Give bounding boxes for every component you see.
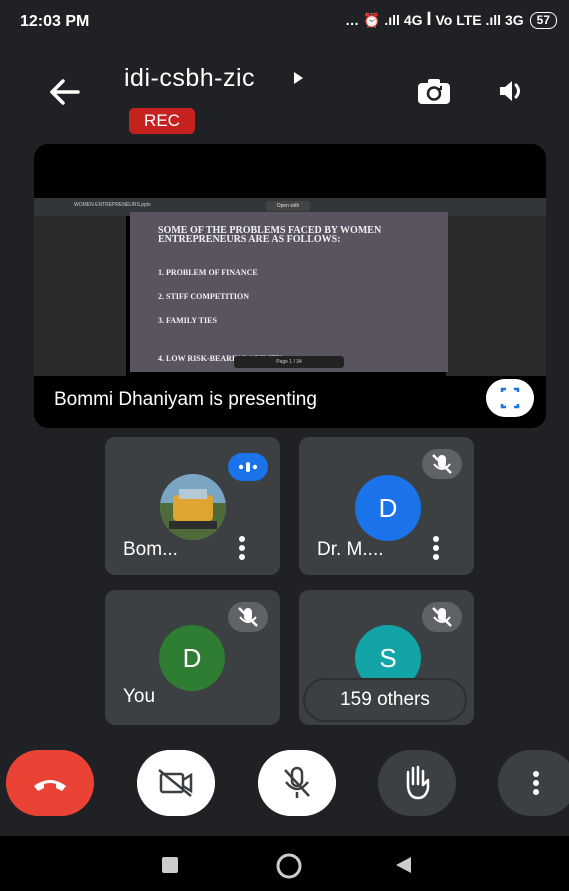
battery-icon: 57 (529, 12, 557, 29)
mic-off-icon (422, 449, 462, 479)
mic-off-button[interactable] (258, 750, 336, 816)
slide-item: 2. STIFF COMPETITION (158, 292, 250, 301)
more-options-icon[interactable] (432, 535, 440, 561)
status-indicators: … ⏰ .ıll 4G ꟾ Vo LTE .ıll 3G (345, 12, 524, 28)
presentation-view[interactable]: WOMEN ENTREPRENEURS.pptx Open with SOME … (34, 144, 546, 428)
end-call-button[interactable] (6, 750, 94, 816)
file-name: WOMEN ENTREPRENEURS.pptx (74, 202, 151, 208)
more-options-button[interactable] (498, 750, 569, 816)
recents-icon[interactable] (162, 857, 178, 873)
page-separator: / (293, 359, 295, 365)
participant-tile[interactable]: D Dr. M.... (299, 437, 474, 575)
status-icons: … ⏰ .ıll 4G ꟾ Vo LTE .ıll 3G 57 (345, 12, 557, 29)
participant-name: You (123, 686, 156, 707)
mic-off-icon (422, 602, 462, 632)
open-with-button[interactable]: Open with (266, 201, 310, 211)
participant-name: Dr. M.... (317, 539, 384, 560)
viewer-left-panel (34, 216, 126, 376)
raise-hand-button[interactable] (378, 750, 456, 816)
recording-badge: REC (129, 108, 195, 134)
participant-name: Bom... (123, 539, 178, 560)
more-options-icon[interactable] (238, 535, 246, 561)
back-nav-icon[interactable] (394, 856, 412, 874)
slide-item: 1. PROBLEM OF FINANCE (158, 268, 258, 277)
status-time: 12:03 PM (20, 13, 90, 30)
android-navigation-bar (0, 836, 569, 891)
avatar: D (355, 475, 421, 541)
speaker-icon[interactable] (494, 74, 528, 108)
speaking-indicator-icon (228, 453, 268, 481)
avatar (160, 474, 226, 540)
slide-title: SOME OF THE PROBLEMS FACED BY WOMEN ENTR… (158, 225, 382, 245)
switch-camera-icon[interactable] (414, 76, 454, 108)
avatar: D (159, 625, 225, 691)
others-count[interactable]: 159 others (305, 680, 465, 720)
meeting-code[interactable]: idi-csbh-zic (124, 64, 255, 93)
chevron-right-icon[interactable] (291, 70, 305, 86)
page-total: 34 (296, 359, 302, 365)
participant-tile[interactable]: Bom... (105, 437, 280, 575)
status-bar: 12:03 PM … ⏰ .ıll 4G ꟾ Vo LTE .ıll 3G 57 (0, 0, 569, 44)
camera-off-button[interactable] (137, 750, 215, 816)
slide-item: 3. FAMILY TIES (158, 316, 217, 325)
home-icon[interactable] (275, 852, 303, 880)
page-label: Page (276, 359, 288, 365)
fullscreen-icon[interactable] (486, 379, 534, 417)
participant-tile[interactable]: D You (105, 590, 280, 725)
mic-off-icon (228, 602, 268, 632)
page-current: 1 (289, 359, 293, 365)
page-indicator: Page 1 / 34 (234, 356, 344, 368)
slide: SOME OF THE PROBLEMS FACED BY WOMEN ENTR… (130, 212, 448, 372)
presenter-label: Bommi Dhaniyam is presenting (54, 389, 317, 410)
back-arrow-icon[interactable] (44, 74, 84, 110)
viewer-right-panel (446, 216, 546, 376)
